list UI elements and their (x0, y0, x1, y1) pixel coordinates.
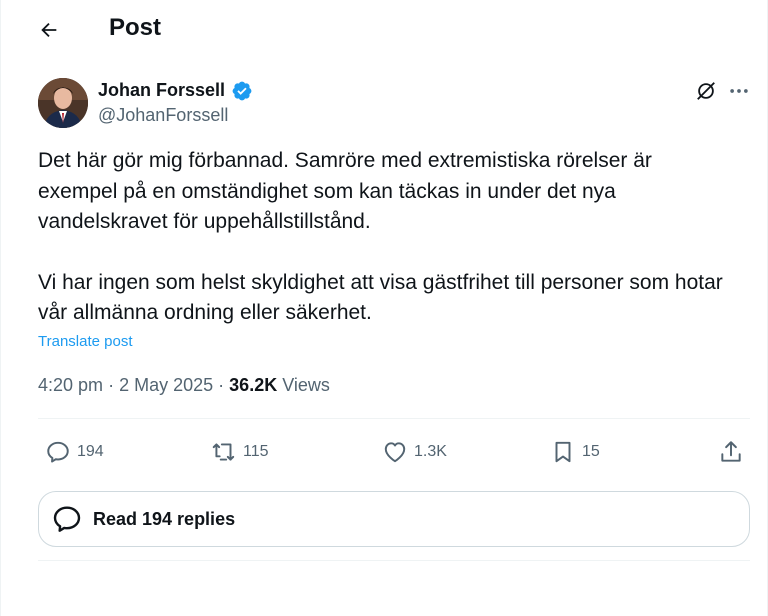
bookmark-icon (555, 441, 571, 463)
bookmark-count: 15 (582, 443, 600, 460)
grok-icon (697, 82, 715, 100)
avatar-image (38, 78, 88, 128)
author-handle[interactable]: @JohanForssell (98, 105, 228, 126)
repost-count: 115 (243, 443, 269, 460)
views-count: 36.2K (229, 375, 278, 395)
arrow-left-icon (41, 22, 57, 38)
reply-icon (53, 506, 81, 532)
post-text: Det här gör mig förbannad. Samröre med e… (38, 146, 728, 329)
views-label: Views (282, 375, 330, 395)
top-bar: Post (1, 0, 767, 58)
like-button[interactable]: 1.3K (382, 436, 447, 468)
avatar[interactable] (38, 78, 88, 128)
more-options-button[interactable] (725, 78, 753, 104)
meta-separator: · (218, 375, 225, 395)
post-date[interactable]: 2 May 2025 (119, 375, 213, 395)
grok-button[interactable] (693, 78, 719, 104)
translate-post-link[interactable]: Translate post (38, 333, 133, 350)
verified-badge-icon (232, 81, 252, 101)
divider (38, 560, 750, 561)
author-name[interactable]: Johan Forssell (98, 80, 225, 101)
reply-icon (47, 441, 69, 463)
meta-separator: · (108, 375, 115, 395)
post-time[interactable]: 4:20 pm (38, 375, 103, 395)
read-replies-label: Read 194 replies (93, 508, 236, 529)
back-button[interactable] (31, 12, 67, 48)
post-paragraph: Vi har ingen som helst skyldighet att vi… (38, 270, 723, 325)
share-button[interactable] (718, 436, 744, 468)
repost-button[interactable]: 115 (211, 436, 269, 468)
like-count: 1.3K (414, 443, 447, 460)
post-page: Post Johan Forssell @JohanForssell Det h… (0, 0, 768, 616)
divider (38, 418, 750, 419)
reply-button[interactable]: 194 (45, 436, 104, 468)
repost-icon (212, 443, 235, 461)
reply-count: 194 (77, 443, 104, 460)
bookmark-button[interactable]: 15 (550, 436, 600, 468)
share-icon (721, 441, 741, 462)
post-paragraph: Det här gör mig förbannad. Samröre med e… (38, 149, 652, 233)
post-meta: 4:20 pm · 2 May 2025 · 36.2K Views (38, 375, 330, 396)
heart-icon (384, 442, 406, 463)
page-title: Post (109, 14, 162, 41)
more-icon (730, 89, 748, 93)
read-replies-button[interactable]: Read 194 replies (38, 491, 750, 547)
